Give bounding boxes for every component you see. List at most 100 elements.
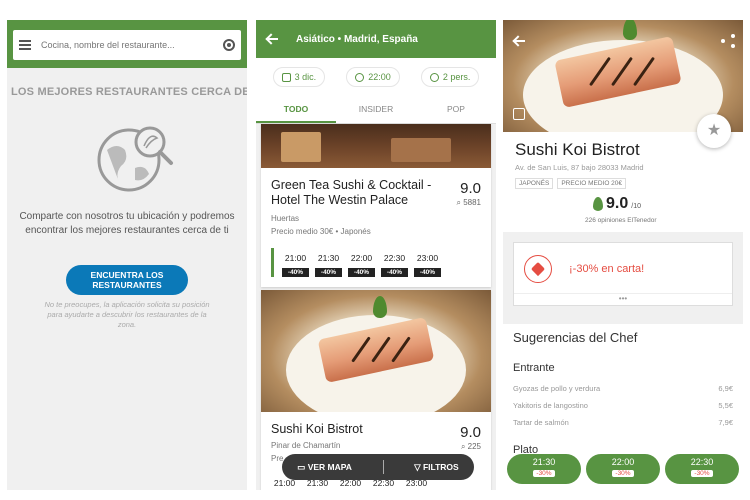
people-filter[interactable]: 2 pers. xyxy=(420,67,480,87)
time-slot[interactable]: 22:00 -40% xyxy=(348,248,375,277)
rating-value: 9.0 xyxy=(606,195,629,212)
screen-restaurant-detail: ★ Sushi Koi Bistrot Av. de San Luis, 87 … xyxy=(503,20,743,490)
people-value: 2 pers. xyxy=(442,72,471,82)
restaurant-score: 9.0 xyxy=(460,424,481,441)
tab-pop[interactable]: POP xyxy=(416,96,496,123)
page-title: LOS MEJORES RESTAURANTES CERCA DE TI xyxy=(11,86,247,98)
slot-time: 21:30 xyxy=(317,253,340,263)
dish-price: 6,9€ xyxy=(718,384,733,393)
slot-discount: -30% xyxy=(533,470,555,477)
restaurant-area: Pinar de Chamartín xyxy=(271,441,341,450)
divider xyxy=(382,460,384,474)
slot-time: 21:00 xyxy=(284,253,307,263)
time-filter[interactable]: 22:00 xyxy=(346,67,400,87)
opinions-count[interactable]: 226 opiniones ElTenedor xyxy=(585,217,657,224)
search-input[interactable] xyxy=(41,40,223,50)
date-filter[interactable]: 3 dic. xyxy=(272,67,326,87)
location-note: No te preocupes, la aplicación solicita … xyxy=(44,300,210,329)
review-count: ⌕ 5881 xyxy=(456,198,482,207)
time-slot[interactable]: 22:00 -30% xyxy=(586,454,660,484)
results-tabs: TODO INSIDER POP xyxy=(256,96,496,124)
menu-icon[interactable] xyxy=(19,40,31,50)
dish-price: 5,5€ xyxy=(718,401,733,410)
cuisine-tag: JAPONÉS xyxy=(515,178,554,189)
price-tag: PRECIO MEDIO 20€ xyxy=(557,178,627,189)
slot-time: 22:30 xyxy=(690,457,714,467)
people-icon xyxy=(429,72,439,82)
time-slots: 21:00 -40% 21:30 -40% 22:00 -40% 22:30 -40% … xyxy=(271,248,481,277)
restaurant-score: 9.0 xyxy=(460,180,481,197)
clock-icon xyxy=(355,72,365,82)
section-title: Sugerencias del Chef xyxy=(513,330,638,345)
dish-name: Yakitoris de langostino xyxy=(513,401,588,410)
slot-discount: -40% xyxy=(348,268,375,277)
time-slot[interactable]: 21:30 -40% xyxy=(315,248,342,277)
more-icon[interactable]: ••• xyxy=(514,293,732,305)
slot-discount: -30% xyxy=(691,470,713,477)
tab-todo[interactable]: TODO xyxy=(256,96,336,123)
slot-discount: -40% xyxy=(282,268,309,277)
rating: 9.0 /10 xyxy=(593,195,641,213)
screen-results: Asiático • Madrid, España 3 dic. 22:00 2… xyxy=(256,20,496,490)
location-icon[interactable] xyxy=(223,39,235,51)
slot-time: 21:30 xyxy=(532,457,556,467)
review-count-value: 225 xyxy=(467,442,481,451)
globe-search-icon xyxy=(97,126,173,192)
bottom-action-bar: ▭ VER MAPA ▽ FILTROS xyxy=(282,454,474,480)
slot-discount: -40% xyxy=(414,268,441,277)
slot-discount: -30% xyxy=(612,470,634,477)
leaf-icon xyxy=(593,197,603,211)
restaurant-tags: JAPONÉS PRECIO MEDIO 20€ xyxy=(515,178,627,189)
dish-price: 7,9€ xyxy=(718,418,733,427)
slot-time: 22:00 xyxy=(611,457,635,467)
dish-name: Gyozas de pollo y verdura xyxy=(513,384,601,393)
promo-card[interactable]: ¡-30% en carta! ••• xyxy=(513,242,733,306)
discount-tag-icon xyxy=(524,255,552,283)
slot-discount: -40% xyxy=(315,268,342,277)
dish-name: Tartar de salmón xyxy=(513,418,569,427)
time-slot[interactable]: 22:30 -30% xyxy=(665,454,739,484)
restaurant-price: Precio medio 30€ • Japonés xyxy=(271,227,371,236)
find-restaurants-button[interactable]: ENCUENTRA LOS RESTAURANTES xyxy=(66,265,188,295)
menu-category: Entrante xyxy=(513,362,555,374)
menu-item: Gyozas de pollo y verdura 6,9€ xyxy=(513,384,733,393)
favorite-star-button[interactable]: ★ xyxy=(697,114,731,148)
slot-time: 22:30 xyxy=(383,253,406,263)
time-slot[interactable]: 22:30 -40% xyxy=(381,248,408,277)
slot-time: 23:00 xyxy=(416,253,439,263)
share-icon[interactable] xyxy=(721,34,735,48)
promo-text: ¡-30% en carta! xyxy=(569,263,645,275)
calendar-icon xyxy=(281,72,291,82)
slot-discount: -40% xyxy=(381,268,408,277)
restaurant-address: Av. de San Luis, 87 bajo 28033 Madrid xyxy=(515,163,644,172)
restaurant-name: Green Tea Sushi & Cocktail - Hotel The W… xyxy=(271,178,432,207)
restaurant-name: Sushi Koi Bistrot xyxy=(271,422,363,436)
restaurant-photo xyxy=(261,124,491,168)
location-message: Comparte con nosotros tu ubicación y pod… xyxy=(19,211,235,236)
back-arrow-icon[interactable] xyxy=(266,34,278,44)
slot-time: 22:00 xyxy=(350,253,373,263)
tab-insider[interactable]: INSIDER xyxy=(336,96,416,123)
top-bar xyxy=(7,20,247,68)
filters-button[interactable]: ▽ FILTROS xyxy=(414,462,459,473)
restaurant-photo xyxy=(261,290,491,412)
time-slot[interactable]: 21:30 -30% xyxy=(507,454,581,484)
gallery-icon[interactable] xyxy=(513,108,525,120)
filters-button-label: FILTROS xyxy=(422,461,459,472)
restaurant-card[interactable]: Green Tea Sushi & Cocktail - Hotel The W… xyxy=(261,124,491,287)
menu-item: Yakitoris de langostino 5,5€ xyxy=(513,401,733,410)
search-bar[interactable] xyxy=(13,30,241,60)
map-button[interactable]: ▭ VER MAPA xyxy=(297,462,352,473)
restaurant-area: Huertas xyxy=(271,214,300,223)
time-value: 22:00 xyxy=(368,72,391,82)
review-count-value: 5881 xyxy=(463,198,481,207)
booking-filters: 3 dic. 22:00 2 pers. xyxy=(256,58,496,96)
booking-slots: 21:30 -30% 22:00 -30% 22:30 -30% xyxy=(503,454,743,484)
review-count: ⌕ 225 xyxy=(460,442,481,451)
back-arrow-icon[interactable] xyxy=(513,36,525,46)
results-header: Asiático • Madrid, España xyxy=(256,20,496,58)
time-slot[interactable]: 23:00 -40% xyxy=(414,248,441,277)
time-slot[interactable]: 21:00 -40% xyxy=(282,248,309,277)
menu-item: Tartar de salmón 7,9€ xyxy=(513,418,733,427)
results-title: Asiático • Madrid, España xyxy=(296,33,418,45)
